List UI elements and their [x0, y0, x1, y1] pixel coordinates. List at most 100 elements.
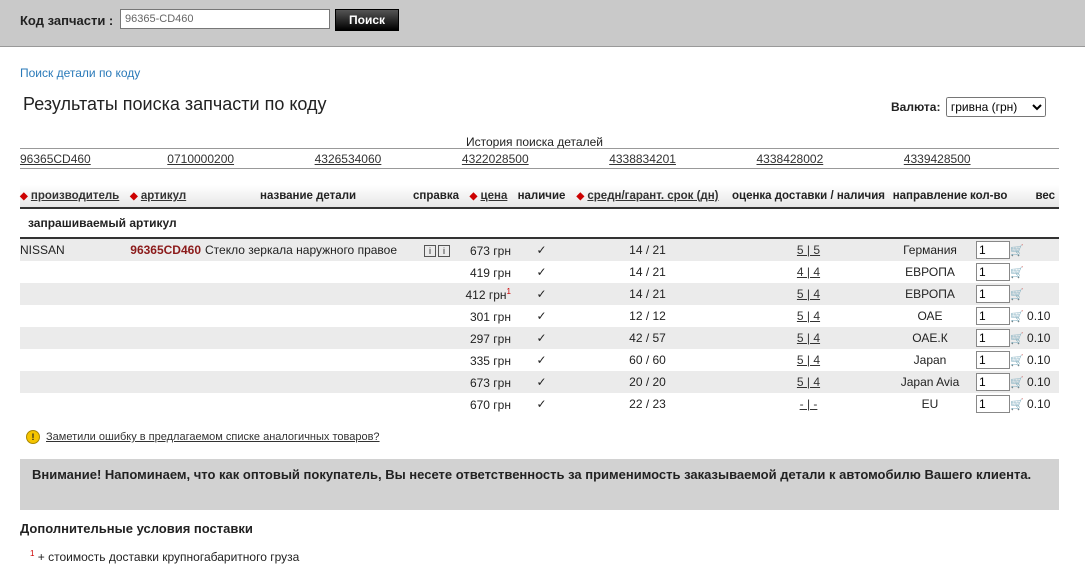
conditions-title: Дополнительные условия поставки — [20, 521, 253, 536]
article — [130, 261, 205, 283]
col-maker[interactable]: ◆ производитель — [20, 185, 130, 209]
rating-link[interactable]: 5 | 4 — [727, 305, 890, 327]
cart-icon[interactable]: 🛒 — [1010, 333, 1024, 345]
rating-link[interactable]: 5 | 4 — [727, 283, 890, 305]
rating-link[interactable]: 5 | 4 — [727, 327, 890, 349]
table-row: 670 грн ✓ 22 / 23 - | - EU 🛒 0.10 — [20, 393, 1059, 415]
qty-input[interactable] — [976, 241, 1010, 259]
info-icon[interactable]: i — [438, 245, 450, 257]
price: 419 грн — [469, 265, 511, 280]
maker — [20, 371, 130, 393]
weight-cell: 🛒 0.10 — [1010, 327, 1059, 349]
search-by-code-link[interactable]: Поиск детали по коду — [20, 66, 140, 80]
warning-bubble-icon: ! — [26, 430, 40, 444]
part-code-input[interactable] — [120, 9, 330, 29]
currency-selector: Валюта: гривна (грн) — [891, 97, 1046, 117]
col-direction: направление — [890, 185, 970, 209]
error-report-link[interactable]: Заметили ошибку в предлагаемом списке ан… — [46, 431, 380, 443]
term: 14 / 21 — [629, 265, 666, 279]
direction: ОАЕ.К — [890, 327, 970, 349]
sort-icon: ◆ — [130, 191, 138, 202]
term: 42 / 57 — [568, 327, 727, 349]
qty-input[interactable] — [976, 263, 1010, 281]
part-name — [205, 349, 410, 371]
col-avail: наличие — [515, 185, 568, 209]
qty-cell — [970, 261, 1010, 283]
rating-link[interactable]: - | - — [727, 393, 890, 415]
qty-cell — [970, 327, 1010, 349]
price: 673 грн — [462, 371, 515, 393]
cart-icon[interactable]: 🛒 — [1010, 311, 1024, 323]
article: 96365CD460 — [130, 238, 205, 261]
part-name — [205, 283, 410, 305]
cart-icon[interactable]: 🛒 — [1010, 245, 1024, 257]
weight-cell: 🛒 — [1010, 283, 1059, 305]
weight-cell: 🛒 — [1010, 261, 1059, 283]
maker — [20, 283, 130, 305]
col-price[interactable]: ◆ цена — [462, 185, 515, 209]
col-weight: вес — [1010, 185, 1059, 209]
sort-icon: ◆ — [469, 191, 478, 202]
availability-check-icon: ✓ — [515, 283, 568, 305]
info-cell — [410, 349, 462, 371]
cart-icon[interactable]: 🛒 — [1010, 377, 1024, 389]
article — [130, 305, 205, 327]
direction: ЕВРОПА — [905, 265, 955, 279]
qty-input[interactable] — [976, 307, 1010, 325]
price: 670 грн — [469, 397, 511, 412]
info-cell — [410, 305, 462, 327]
qty-cell — [970, 283, 1010, 305]
cart-icon[interactable]: 🛒 — [1010, 355, 1024, 367]
qty-input[interactable] — [976, 395, 1010, 413]
term: 14 / 21 — [568, 238, 727, 261]
maker — [20, 261, 130, 283]
part-name — [205, 371, 410, 393]
term: 20 / 20 — [568, 371, 727, 393]
term: 12 / 12 — [629, 309, 666, 323]
history-link[interactable]: 4339428500 — [904, 152, 971, 166]
article — [130, 283, 205, 305]
part-name — [205, 261, 410, 283]
rating-link[interactable]: 5 | 5 — [727, 238, 890, 261]
maker — [20, 349, 130, 371]
maker — [20, 327, 130, 349]
currency-label: Валюта: — [891, 100, 941, 114]
history-link[interactable]: 0710000200 — [167, 152, 234, 166]
article — [130, 349, 205, 371]
availability-check-icon: ✓ — [536, 265, 547, 279]
qty-input[interactable] — [976, 285, 1010, 303]
history-title: История поиска деталей — [466, 135, 603, 149]
col-article[interactable]: ◆ артикул — [130, 185, 205, 209]
rating-link[interactable]: 4 | 4 — [727, 261, 890, 283]
history-link[interactable]: 4322028500 — [462, 152, 529, 166]
cart-icon[interactable]: 🛒 — [1010, 399, 1024, 411]
cart-icon[interactable]: 🛒 — [1010, 289, 1024, 301]
part-code-label: Код запчасти : — [20, 13, 114, 28]
info-cell — [410, 283, 462, 305]
currency-select[interactable]: гривна (грн) — [945, 97, 1046, 117]
col-info: справка — [410, 185, 462, 209]
maker: NISSAN — [20, 238, 130, 261]
history-link[interactable]: 96365CD460 — [20, 152, 91, 166]
sort-icon: ◆ — [576, 191, 585, 202]
section-header: запрашиваемый артикул — [20, 208, 1059, 239]
info-icon[interactable]: i — [424, 245, 436, 257]
availability-check-icon: ✓ — [536, 309, 547, 323]
rating-link[interactable]: 5 | 4 — [727, 371, 890, 393]
col-term[interactable]: ◆ средн/гарант. срок (дн) — [568, 185, 727, 209]
history-link[interactable]: 4338834201 — [609, 152, 676, 166]
weight-cell: 🛒 0.10 — [1010, 353, 1051, 367]
qty-input[interactable] — [976, 351, 1010, 369]
cart-icon[interactable]: 🛒 — [1010, 267, 1024, 279]
results-table: ◆ производитель ◆ артикул название детал… — [20, 185, 1059, 415]
history-link[interactable]: 4326534060 — [315, 152, 382, 166]
qty-input[interactable] — [976, 373, 1010, 391]
article — [130, 371, 205, 393]
rating-link[interactable]: 5 | 4 — [727, 349, 890, 371]
table-row: NISSAN 96365CD460 Стекло зеркала наружно… — [20, 238, 1059, 261]
search-button[interactable]: Поиск — [335, 9, 399, 31]
history-link[interactable]: 4338428002 — [757, 152, 824, 166]
direction: Japan Avia — [890, 371, 970, 393]
info-cell: ii — [410, 238, 462, 261]
qty-input[interactable] — [976, 329, 1010, 347]
